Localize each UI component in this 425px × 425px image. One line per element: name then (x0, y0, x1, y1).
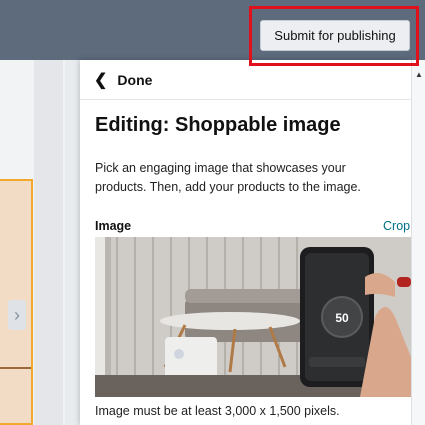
panel-scrollbar[interactable]: ▲ (411, 60, 425, 425)
canvas-side-strip (34, 60, 63, 425)
done-button[interactable]: Done (117, 72, 152, 88)
preview-floor-line (0, 367, 31, 369)
thermostat-reading: 50 (335, 311, 349, 325)
panel-title: Editing: Shoppable image (95, 114, 341, 136)
shoppable-image-preview[interactable]: 50 (95, 237, 411, 397)
panel-description: Pick an engaging image that showcases yo… (95, 161, 361, 194)
image-section-label: Image (95, 219, 132, 233)
image-size-hint: Image must be at least 3,000 x 1,500 pix… (95, 404, 340, 418)
crop-link[interactable]: Crop (383, 219, 410, 233)
chevron-left-icon[interactable]: ❮ (94, 70, 107, 90)
chevron-right-icon[interactable]: › (8, 300, 26, 330)
panel-header[interactable]: ❮ Done (80, 60, 411, 100)
scroll-up-icon[interactable]: ▲ (415, 70, 423, 79)
highlight-box (249, 6, 419, 66)
room-photo: 50 (95, 237, 411, 397)
